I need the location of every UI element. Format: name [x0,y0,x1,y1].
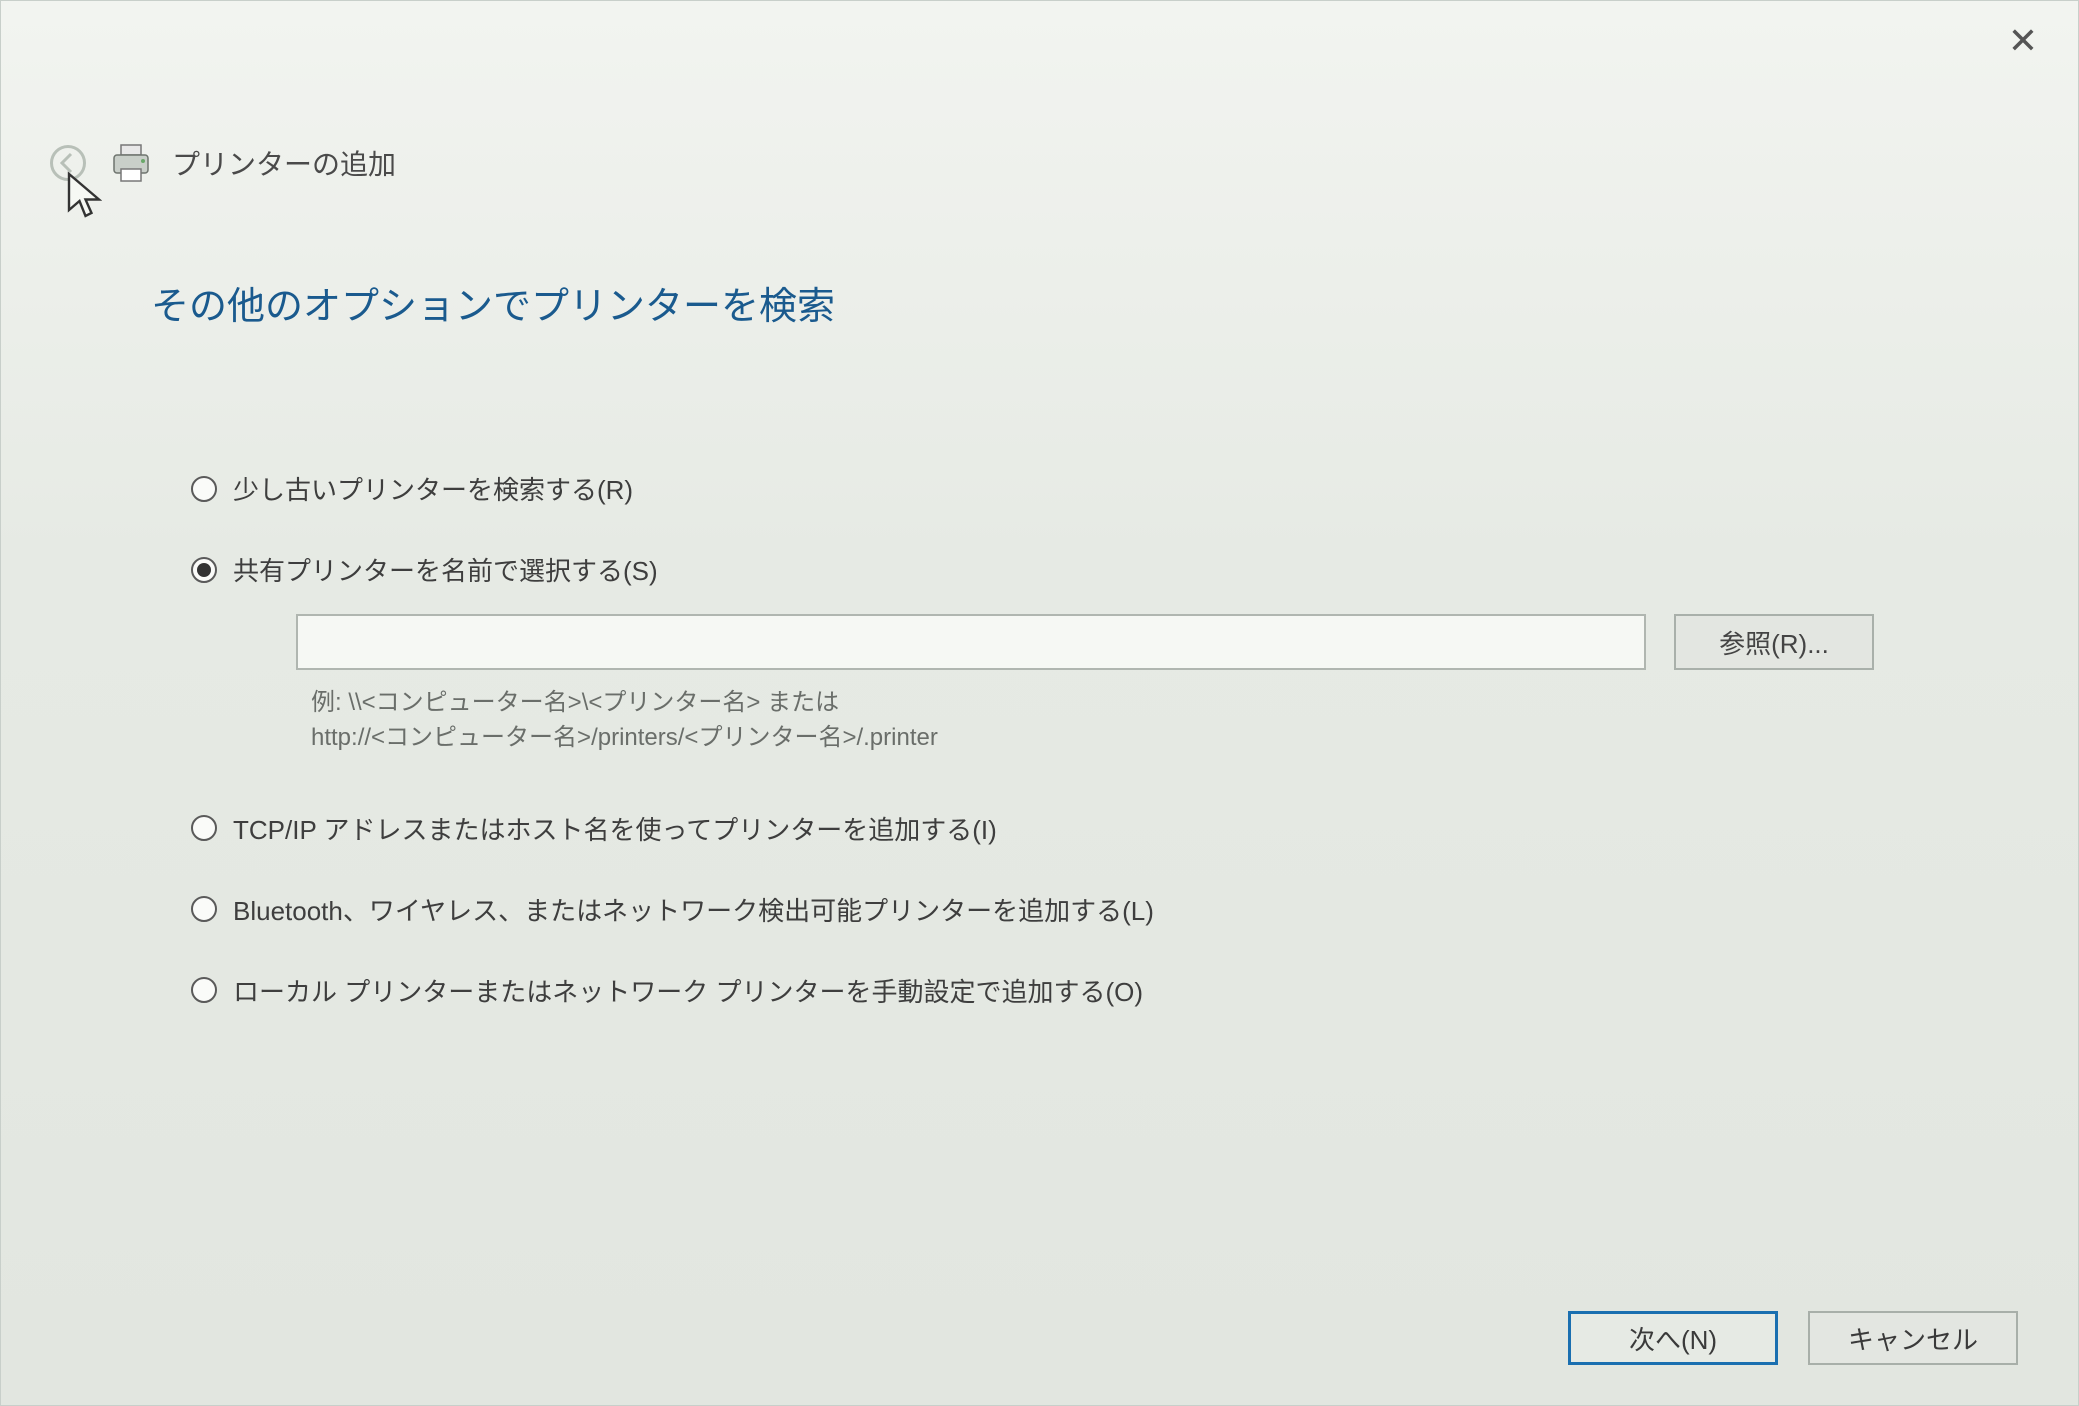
radio-icon [191,896,217,922]
options-group: 少し古いプリンターを検索する(R) 共有プリンターを名前で選択する(S) 参照(… [151,470,1978,1009]
browse-button[interactable]: 参照(R)... [1674,614,1874,670]
shared-path-row: 参照(R)... [191,614,1978,670]
cancel-button[interactable]: キャンセル [1808,1311,2018,1365]
radio-label: 共有プリンターを名前で選択する(S) [233,551,658,588]
example-line: http://<コンピューター名>/printers/<プリンター名>/.pri… [311,721,1391,756]
wizard-header: プリンターの追加 [1,141,2078,185]
printer-icon [108,142,154,184]
radio-icon [191,476,217,502]
radio-icon [191,557,217,583]
close-button[interactable]: ✕ [1993,16,2053,66]
radio-icon [191,977,217,1003]
radio-older-printer[interactable]: 少し古いプリンターを検索する(R) [191,470,1978,507]
shared-printer-path-input[interactable] [296,614,1646,670]
example-line: 例: \\<コンピューター名>\<プリンター名> または [311,686,1391,721]
next-button[interactable]: 次へ(N) [1568,1311,1778,1365]
wizard-title: プリンターの追加 [172,143,396,183]
wizard-footer: 次へ(N) キャンセル [1568,1311,2018,1365]
titlebar: ✕ [1,1,2078,71]
radio-icon [191,815,217,841]
add-printer-wizard-window: ✕ プリンターの追加 その他のオプションでプリンターを検索 少し古いプリンターを… [0,0,2079,1406]
shared-printer-block: 参照(R)... 例: \\<コンピューター名>\<プリンター名> または ht… [191,614,1978,756]
radio-label: Bluetooth、ワイヤレス、またはネットワーク検出可能プリンターを追加する(… [233,891,1154,928]
radio-label: TCP/IP アドレスまたはホスト名を使ってプリンターを追加する(I) [233,810,997,847]
radio-tcpip-printer[interactable]: TCP/IP アドレスまたはホスト名を使ってプリンターを追加する(I) [191,810,1978,847]
shared-path-example: 例: \\<コンピューター名>\<プリンター名> または http://<コンピ… [191,686,1391,756]
radio-wireless-printer[interactable]: Bluetooth、ワイヤレス、またはネットワーク検出可能プリンターを追加する(… [191,891,1978,928]
radio-label: ローカル プリンターまたはネットワーク プリンターを手動設定で追加する(O) [233,972,1143,1009]
radio-shared-printer[interactable]: 共有プリンターを名前で選択する(S) [191,551,1978,588]
radio-label: 少し古いプリンターを検索する(R) [233,470,633,507]
radio-manual-printer[interactable]: ローカル プリンターまたはネットワーク プリンターを手動設定で追加する(O) [191,972,1978,1009]
back-arrow-icon[interactable] [46,141,90,185]
wizard-content: その他のオプションでプリンターを検索 少し古いプリンターを検索する(R) 共有プ… [1,185,2078,1405]
page-heading: その他のオプションでプリンターを検索 [151,275,1978,330]
